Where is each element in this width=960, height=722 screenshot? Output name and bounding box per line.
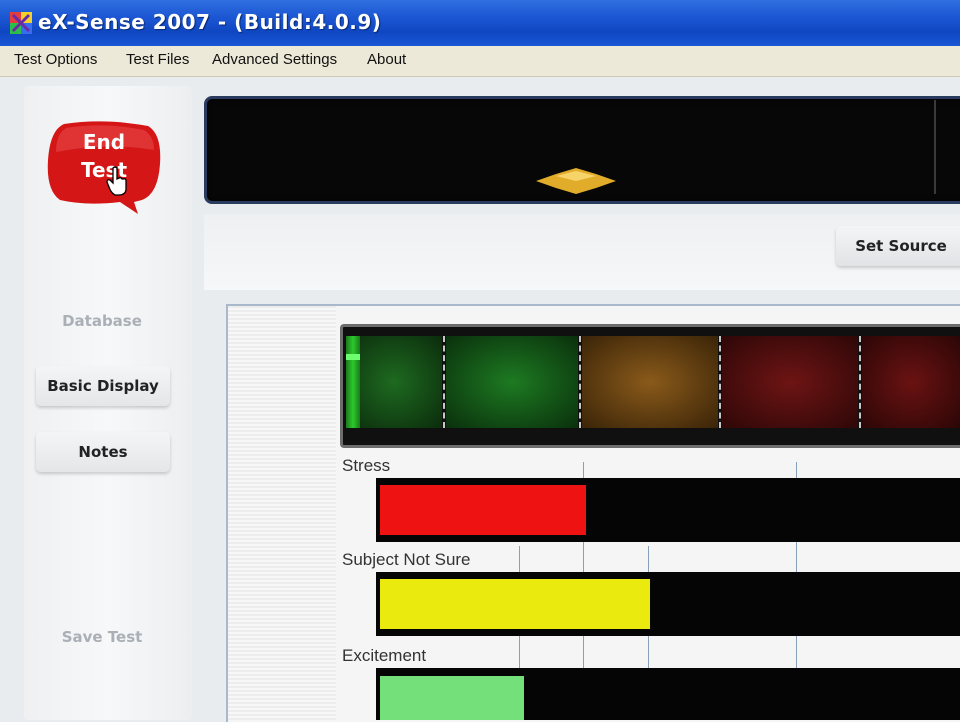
meter-segment-5: [862, 336, 960, 428]
meter-divider: [443, 336, 445, 428]
meter-level-highlight: [346, 354, 360, 360]
end-test-button[interactable]: End Test: [46, 120, 162, 214]
subject-not-sure-bar: [380, 579, 650, 629]
end-test-label-line2: Test: [80, 158, 127, 182]
menu-bar: Test Options Test Files Advanced Setting…: [0, 46, 960, 77]
display-divider: [934, 100, 936, 194]
menu-test-options[interactable]: Test Options: [14, 51, 97, 68]
window-title: eX-Sense 2007 - (Build:4.0.9): [38, 10, 382, 34]
menu-about[interactable]: About: [367, 51, 406, 68]
main-frame-shade: [228, 306, 336, 720]
save-test-label[interactable]: Save Test: [32, 628, 172, 646]
meter-segment-2: [446, 336, 578, 428]
meter-divider: [579, 336, 581, 428]
excitement-bar: [380, 676, 524, 720]
excitement-label: Excitement: [342, 646, 427, 665]
menu-test-files[interactable]: Test Files: [126, 51, 189, 68]
end-test-label-line1: End: [82, 130, 126, 154]
meter-level-indicator: [346, 336, 360, 428]
meter-divider: [719, 336, 721, 428]
hand-cursor-icon: [106, 166, 127, 196]
meter-segment-1: [346, 336, 442, 428]
title-bar: eX-Sense 2007 - (Build:4.0.9): [0, 0, 960, 47]
set-source-button[interactable]: Set Source: [836, 226, 960, 266]
stress-label: Stress: [342, 456, 391, 475]
meter-divider: [859, 336, 861, 428]
stress-bar: [380, 485, 586, 535]
meter-segment-4: [722, 336, 858, 428]
database-label[interactable]: Database: [32, 312, 172, 330]
notes-button[interactable]: Notes: [36, 432, 170, 472]
meter-segment-3: [582, 336, 718, 428]
subject-not-sure-label: Subject Not Sure: [342, 550, 471, 569]
basic-display-button[interactable]: Basic Display: [36, 366, 170, 406]
menu-advanced-settings[interactable]: Advanced Settings: [212, 51, 337, 68]
diamond-marker-icon: [536, 168, 616, 194]
app-logo-icon: [10, 12, 32, 34]
